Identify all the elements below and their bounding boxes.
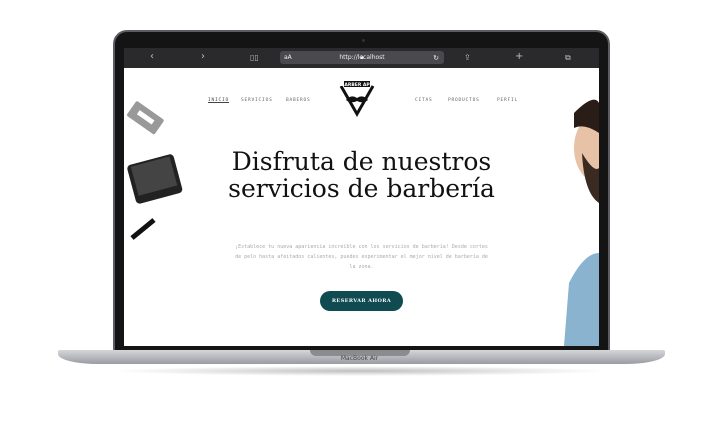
plus-icon[interactable]: +	[515, 51, 523, 62]
nav-inicio[interactable]: INICIO	[208, 98, 229, 103]
svg-text:BARBER APP: BARBER APP	[341, 82, 374, 88]
device-label: MacBook Air	[340, 355, 379, 362]
hero-headline: Disfruta de nuestros servicios de barber…	[228, 147, 495, 203]
laptop-shadow	[110, 366, 610, 376]
nav-perfil[interactable]: PERFIL	[497, 98, 518, 103]
url-text: http://localhost	[339, 54, 385, 61]
reload-icon[interactable]: ↻	[433, 54, 439, 62]
barber-app-logo[interactable]: BARBER APP	[338, 76, 376, 118]
tabs-icon[interactable]: ⧉	[565, 53, 571, 63]
chevron-left-icon[interactable]: ‹	[150, 51, 154, 62]
camera	[362, 39, 365, 42]
book-icon[interactable]: ▯▯	[250, 53, 259, 62]
chevron-right-icon[interactable]: ›	[201, 51, 205, 62]
nav-baberos[interactable]: BABEROS	[286, 98, 311, 103]
text-size-button[interactable]: aA	[284, 54, 292, 61]
nav-servicios[interactable]: SERVICIOS	[241, 98, 273, 103]
nav-citas[interactable]: CITAS	[415, 98, 433, 103]
share-icon[interactable]: ⇪	[464, 53, 471, 62]
address-bar[interactable]: aA 🔒︎ http://localhost ↻	[280, 51, 444, 64]
barber-man-image	[564, 99, 599, 346]
barber-tools-image	[127, 101, 183, 240]
hero-description: ¡Establece tu nueva apariencia increíble…	[235, 244, 488, 270]
nav-productos[interactable]: PRODUCTOS	[448, 98, 480, 103]
laptop-screen: ‹ › ▯▯ aA 🔒︎ http://localhost ↻ ⇪ + ⧉ IN…	[124, 48, 599, 346]
browser-toolbar: ‹ › ▯▯ aA 🔒︎ http://localhost ↻ ⇪ + ⧉	[124, 48, 599, 68]
reservar-ahora-button[interactable]: RESERVAR AHORA	[320, 291, 403, 311]
